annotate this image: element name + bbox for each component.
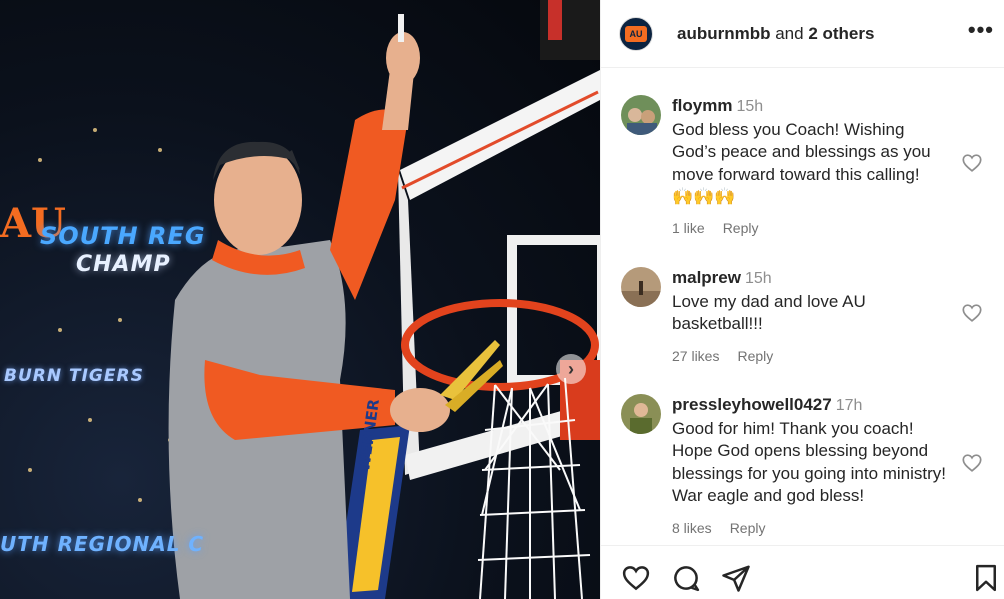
comment-username[interactable]: floymm <box>672 96 732 115</box>
post-header: AU auburnmbb and 2 others ••• <box>601 0 1004 68</box>
avatar-image <box>621 95 661 135</box>
commenter-avatar[interactable] <box>621 95 661 135</box>
like-heart-icon[interactable] <box>621 563 651 593</box>
comment-bubble-icon[interactable] <box>671 563 701 593</box>
share-plane-icon[interactable] <box>721 563 751 593</box>
arena-banner-line1: SOUTH REG <box>40 222 206 250</box>
comment-emoji: 🙌🙌🙌 <box>672 187 736 206</box>
reply-button[interactable]: Reply <box>737 348 773 364</box>
comment-username[interactable]: malprew <box>672 268 741 287</box>
more-options-icon[interactable]: ••• <box>968 19 994 41</box>
comment-text: Love my dad and love AU basketball!!! <box>672 291 866 334</box>
comment-username[interactable]: pressleyhowell0427 <box>672 395 832 414</box>
comment-meta: 1 like Reply <box>672 220 776 236</box>
post-author: auburnmbb and 2 others <box>677 24 874 44</box>
arena-banner-line2: CHAMP <box>76 252 171 277</box>
comment-body: floymm 15h God bless you Coach! Wishing G… <box>672 95 952 209</box>
post-sidebar: AU auburnmbb and 2 others ••• floymm 15h … <box>600 0 1004 599</box>
comment-time[interactable]: 15h <box>745 270 772 287</box>
author-username[interactable]: auburnmbb <box>677 24 771 43</box>
avatar-image <box>621 394 661 434</box>
save-bookmark-icon[interactable] <box>971 563 1001 593</box>
avatar-image <box>621 267 661 307</box>
post-photo[interactable]: AU SOUTH REG CHAMP BURN TIGERS UTH REGIO… <box>0 0 600 599</box>
commenter-avatar[interactable] <box>621 267 661 307</box>
commenter-avatar[interactable] <box>621 394 661 434</box>
next-photo-button[interactable]: › <box>556 354 586 384</box>
comment-body: malprew 15h Love my dad and love AU baske… <box>672 267 952 336</box>
photo-scene <box>28 0 600 599</box>
comment-text: Good for him! Thank you coach! Hope God … <box>672 418 947 506</box>
chevron-right-icon: › <box>568 358 574 379</box>
avatar[interactable]: AU <box>619 16 653 51</box>
reply-button[interactable]: Reply <box>730 520 766 536</box>
comment-meta: 27 likes Reply <box>672 348 791 364</box>
comment-likes[interactable]: 1 like <box>672 220 705 236</box>
post-actions-bar <box>601 545 1004 599</box>
collaborators-link[interactable]: 2 others <box>808 24 874 43</box>
like-comment-heart-icon[interactable] <box>961 452 983 474</box>
like-comment-heart-icon[interactable] <box>961 152 983 174</box>
arena-banner-line3: BURN TIGERS <box>4 366 144 386</box>
comment-time[interactable]: 17h <box>836 397 863 414</box>
avatar-logo: AU <box>625 25 647 42</box>
comment-time[interactable]: 15h <box>736 98 763 115</box>
arena-banner-line4: UTH REGIONAL C <box>0 532 205 556</box>
like-comment-heart-icon[interactable] <box>961 302 983 324</box>
comment-text: God bless you Coach! Wishing God’s peace… <box>672 119 931 184</box>
author-joiner: and <box>770 23 809 43</box>
comment-likes[interactable]: 27 likes <box>672 348 719 364</box>
comment-body: pressleyhowell0427 17h Good for him! Than… <box>672 394 952 508</box>
reply-button[interactable]: Reply <box>723 220 759 236</box>
comment-meta: 8 likes Reply <box>672 520 783 536</box>
comment-likes[interactable]: 8 likes <box>672 520 712 536</box>
